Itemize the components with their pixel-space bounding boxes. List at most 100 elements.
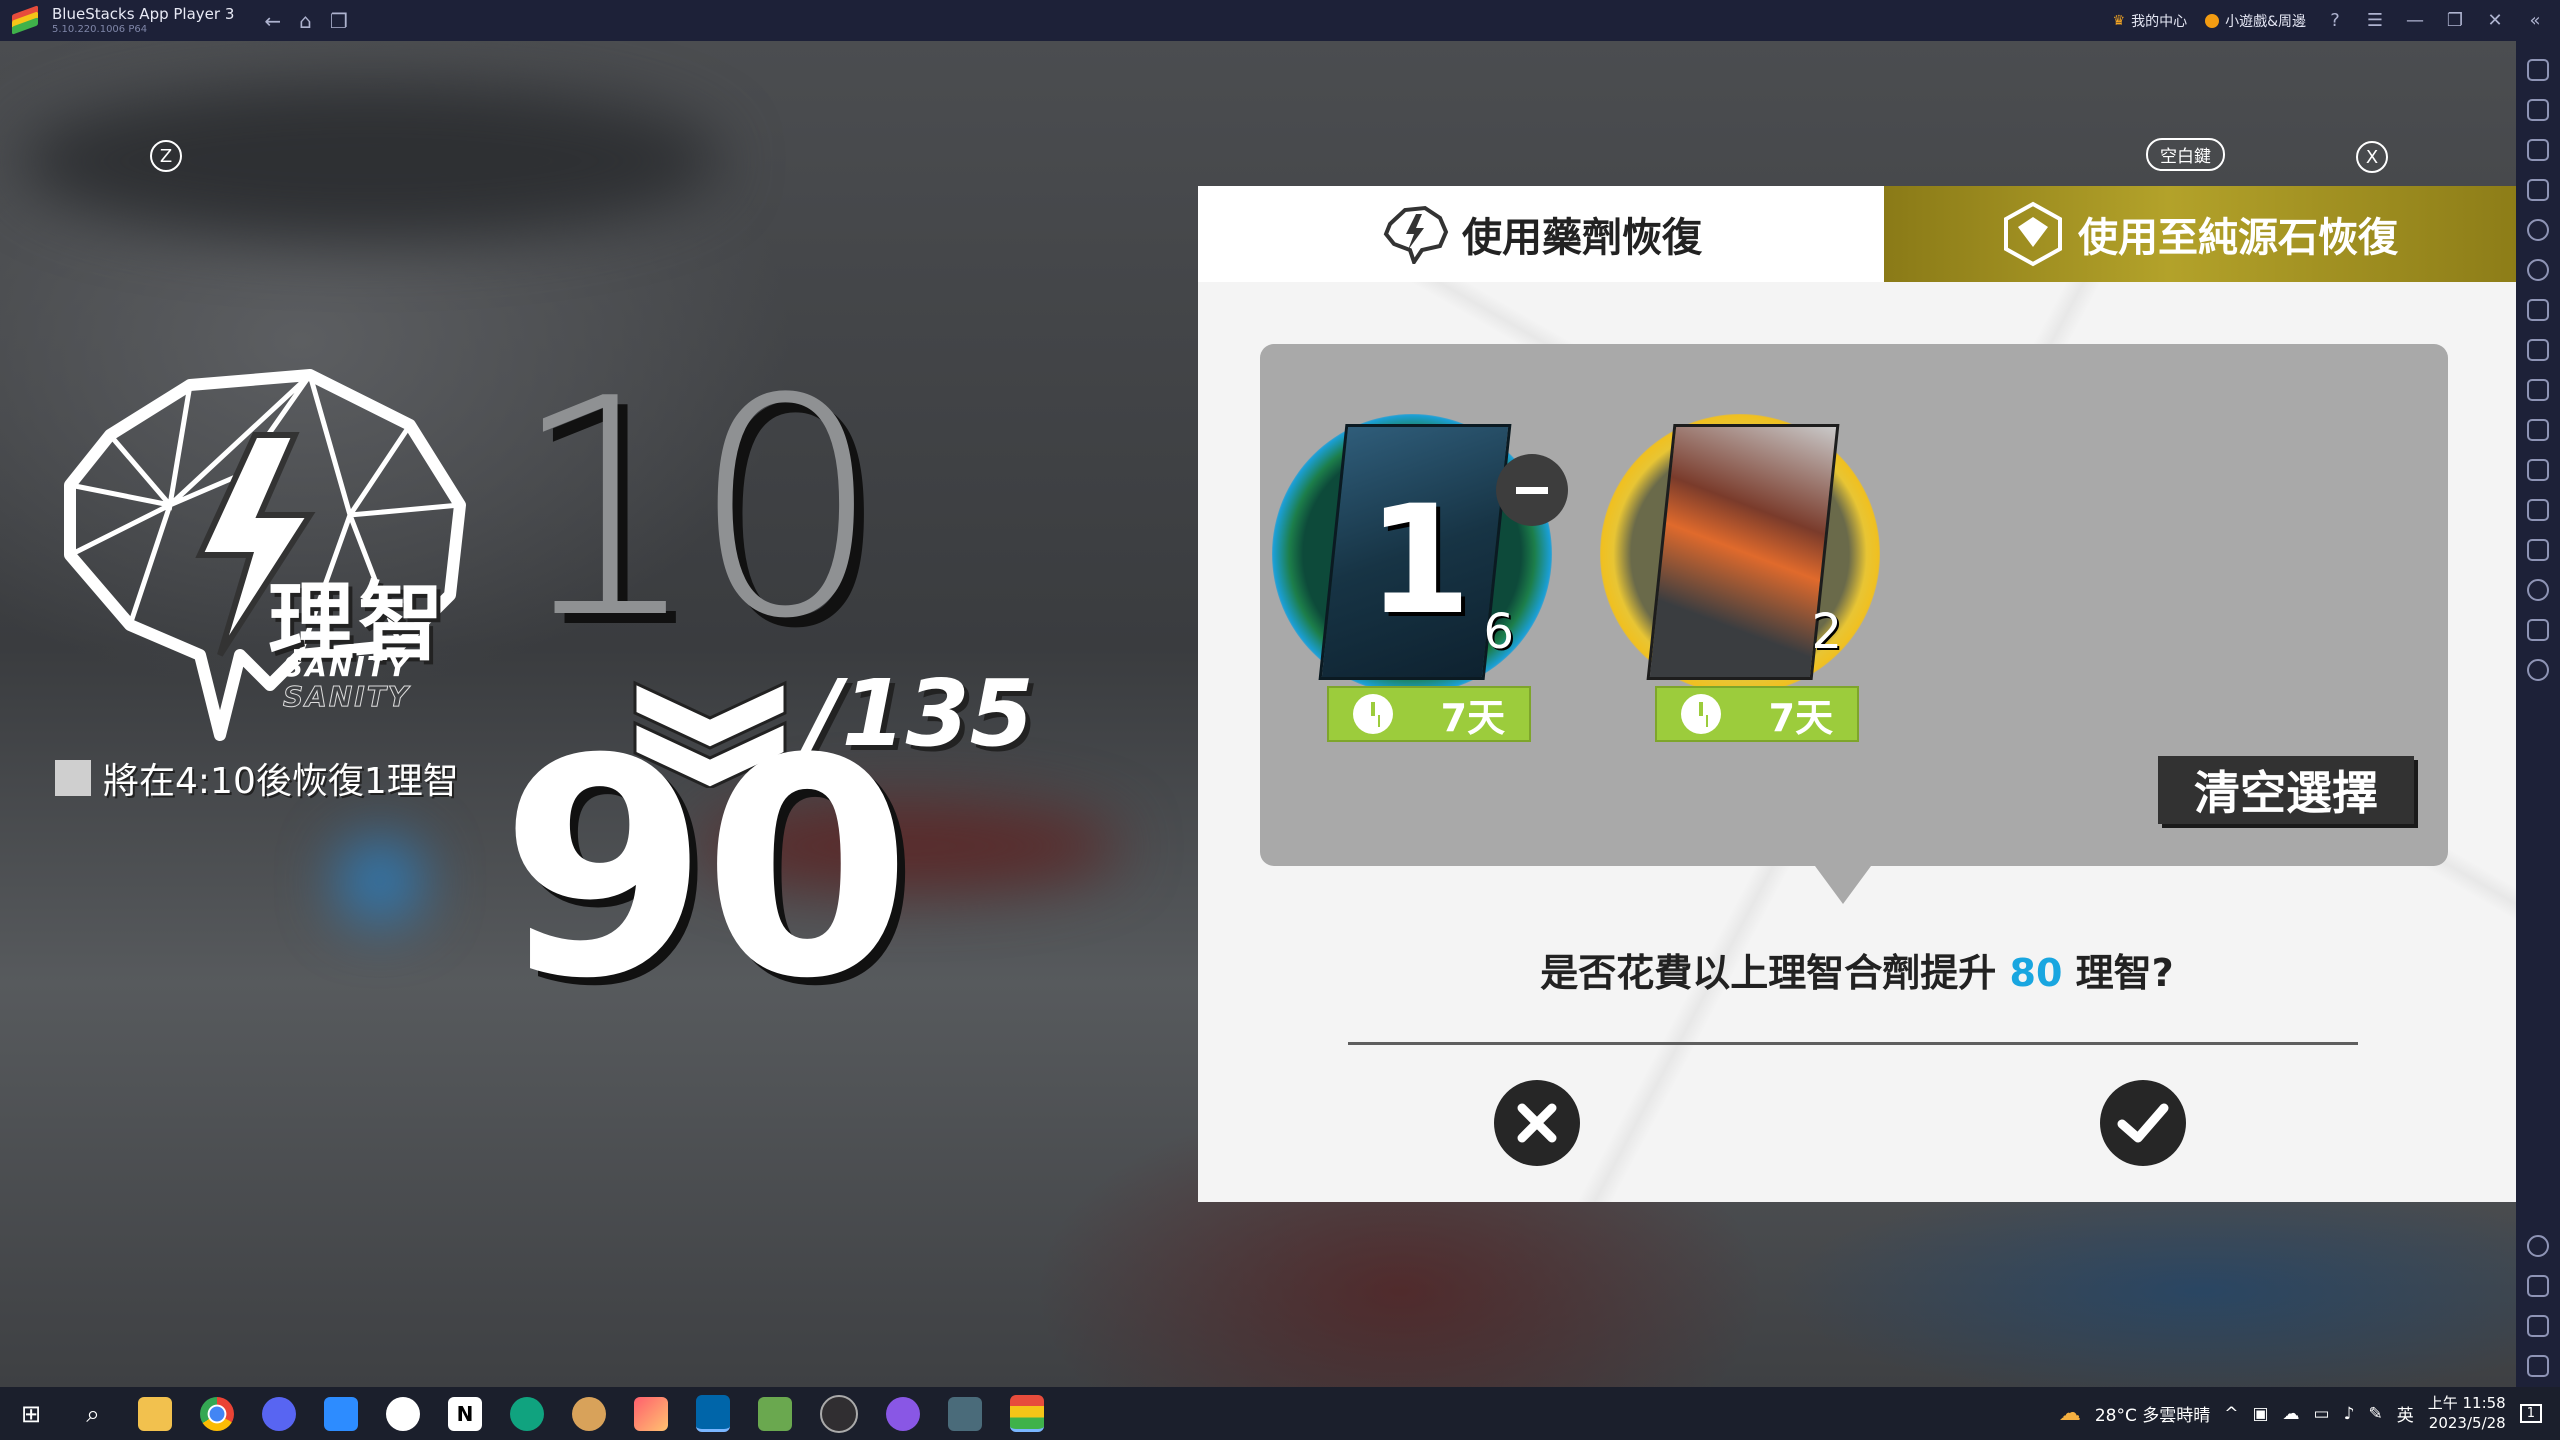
close-window-icon[interactable]: ✕ <box>2484 10 2506 31</box>
anime-app-icon[interactable] <box>948 1396 982 1431</box>
rotate-icon[interactable] <box>2527 659 2549 681</box>
item-expiry-badge: 7天 <box>1655 686 1859 742</box>
blurred-background <box>20 81 720 241</box>
cancel-button[interactable] <box>1494 1080 1580 1166</box>
new-sanity-value: 90 <box>500 695 911 1044</box>
multi-instance-icon[interactable] <box>2527 499 2549 521</box>
android-home-icon[interactable] <box>2527 1315 2549 1337</box>
cross-icon <box>1517 1103 1557 1143</box>
cloud-icon[interactable]: ☁ <box>2283 1404 2300 1424</box>
clock-icon <box>1352 694 1393 734</box>
my-center-link[interactable]: ♛ 我的中心 <box>2113 11 2188 31</box>
photo-app-icon[interactable] <box>634 1396 668 1431</box>
notification-icon[interactable]: 1 <box>2519 1404 2542 1423</box>
recovery-square-icon <box>55 760 91 796</box>
android-recents-icon[interactable] <box>2527 1355 2549 1377</box>
sanity-potion-item[interactable]: 1 6 7天 <box>1272 414 1568 742</box>
sanity-recovery-dialog: 使用藥劑恢復 使用至純源石恢復 1 6 7天 2 7天 清空選擇 是否花費以上理… <box>1198 186 2516 1202</box>
bluestacks-taskbar-icon[interactable] <box>1010 1395 1044 1432</box>
layers-icon[interactable] <box>2527 619 2549 641</box>
gamepad-icon[interactable] <box>2527 299 2549 321</box>
key-hint-space: 空白鍵 <box>2146 138 2225 171</box>
github-icon[interactable] <box>886 1396 920 1431</box>
collapse-sidebar-icon[interactable]: « <box>2524 10 2546 31</box>
my-center-label: 我的中心 <box>2131 13 2188 30</box>
zoom-icon[interactable] <box>324 1396 358 1431</box>
help-icon[interactable]: ? <box>2324 10 2346 31</box>
eco-mode-icon[interactable] <box>2527 539 2549 561</box>
tab-use-originium[interactable]: 使用至純源石恢復 <box>1884 186 2516 282</box>
originium-prime-icon <box>2004 201 2062 267</box>
emergency-sanity-potion-item[interactable]: 2 7天 <box>1600 414 1890 742</box>
question-suffix: 理智? <box>2075 951 2174 995</box>
network-icon[interactable]: ▣ <box>2252 1404 2268 1424</box>
decrease-quantity-button[interactable] <box>1496 454 1568 526</box>
mini-games-link[interactable]: 小遊戲&周邊 <box>2205 11 2306 31</box>
expiry-text: 7天 <box>1440 695 1506 740</box>
app-title: BlueStacks App Player 3 5.10.220.1006 P6… <box>52 6 234 35</box>
game-character-icon[interactable] <box>572 1396 606 1431</box>
file-explorer-icon[interactable] <box>138 1396 172 1431</box>
question-value: 80 <box>2009 951 2063 995</box>
sanity-brain-icon <box>1383 205 1449 264</box>
discord-icon[interactable] <box>262 1396 296 1431</box>
windows-start-icon[interactable]: ⊞ <box>14 1397 48 1431</box>
volume-icon[interactable] <box>2527 99 2549 121</box>
sanity-label-en-shadow: SANITY <box>282 680 411 714</box>
bluestacks-sidebar <box>2516 41 2560 1387</box>
bluestacks-logo-icon <box>12 4 38 35</box>
tab-use-medicine[interactable]: 使用藥劑恢復 <box>1198 186 1884 282</box>
sync-icon[interactable] <box>2527 259 2549 281</box>
camera-icon[interactable] <box>2527 339 2549 361</box>
obs-like-icon[interactable] <box>386 1396 420 1431</box>
home-icon[interactable]: ⌂ <box>299 9 312 33</box>
system-clock[interactable]: 上午 11:58 2023/5/28 <box>2428 1394 2506 1433</box>
notion-icon[interactable]: N <box>448 1396 482 1431</box>
item-count: 6 <box>1483 604 1514 660</box>
battery-icon[interactable]: ▭ <box>2314 1404 2330 1424</box>
menu-icon[interactable]: ☰ <box>2364 10 2386 31</box>
divider <box>1348 1042 2358 1045</box>
screenshot-icon[interactable] <box>2527 379 2549 401</box>
dialog-panel: 1 6 7天 2 7天 清空選擇 是否花費以上理智合劑提升 80 理智? <box>1198 282 2516 1202</box>
selected-quantity: 1 <box>1367 474 1472 648</box>
settings-gear-icon[interactable] <box>2527 1235 2549 1257</box>
clear-selection-button[interactable]: 清空選擇 <box>2158 756 2414 824</box>
window-title-bar: BlueStacks App Player 3 5.10.220.1006 P6… <box>0 0 2560 41</box>
expiry-text: 7天 <box>1768 695 1834 740</box>
item-expiry-badge: 7天 <box>1327 686 1531 742</box>
obs-studio-icon[interactable] <box>820 1394 858 1433</box>
chrome-icon[interactable] <box>200 1396 234 1431</box>
speaker-icon[interactable]: ♪ <box>2344 1404 2355 1424</box>
chatgpt-icon[interactable] <box>510 1396 544 1431</box>
ime-indicator[interactable]: 英 <box>2397 1401 2414 1426</box>
confirm-question: 是否花費以上理智合劑提升 80 理智? <box>1198 942 2516 997</box>
confirm-button[interactable] <box>2100 1080 2186 1166</box>
android-back-icon[interactable] <box>2527 1275 2549 1297</box>
chevron-up-icon[interactable]: ^ <box>2224 1404 2238 1424</box>
clock-icon <box>1680 694 1721 734</box>
restore-icon[interactable]: ❐ <box>2444 10 2466 31</box>
airplane-mode-icon[interactable] <box>2527 459 2549 481</box>
search-icon[interactable]: ⌕ <box>76 1397 110 1431</box>
minimize-icon[interactable]: — <box>2404 10 2426 31</box>
game-viewport[interactable]: Z 空白鍵 X 理智 SANITY SANITY 10 /135 90 將在4:… <box>0 41 2516 1387</box>
fullscreen-icon[interactable] <box>2527 59 2549 81</box>
location-icon[interactable] <box>2527 579 2549 601</box>
weather-icon: ☁ <box>2058 1401 2081 1426</box>
coin-icon <box>2205 13 2220 28</box>
question-prefix: 是否花費以上理智合劑提升 <box>1540 951 1997 995</box>
clock-time: 上午 11:58 <box>2427 1394 2506 1412</box>
keyboard-controls-icon[interactable] <box>2527 179 2549 201</box>
minecraft-icon[interactable] <box>758 1396 792 1431</box>
key-hint-x: X <box>2356 141 2388 173</box>
weather-text[interactable]: 28°C 多雲時晴 <box>2095 1401 2210 1426</box>
current-sanity-value: 10 <box>510 335 882 684</box>
vscode-icon[interactable] <box>696 1395 730 1432</box>
macro-icon[interactable] <box>2527 219 2549 241</box>
pen-icon[interactable]: ✎ <box>2368 1404 2382 1424</box>
install-apk-icon[interactable] <box>2527 139 2549 161</box>
recent-apps-icon[interactable]: ❐ <box>330 9 348 33</box>
back-arrow-icon[interactable]: ← <box>264 9 281 33</box>
folder-icon[interactable] <box>2527 419 2549 441</box>
